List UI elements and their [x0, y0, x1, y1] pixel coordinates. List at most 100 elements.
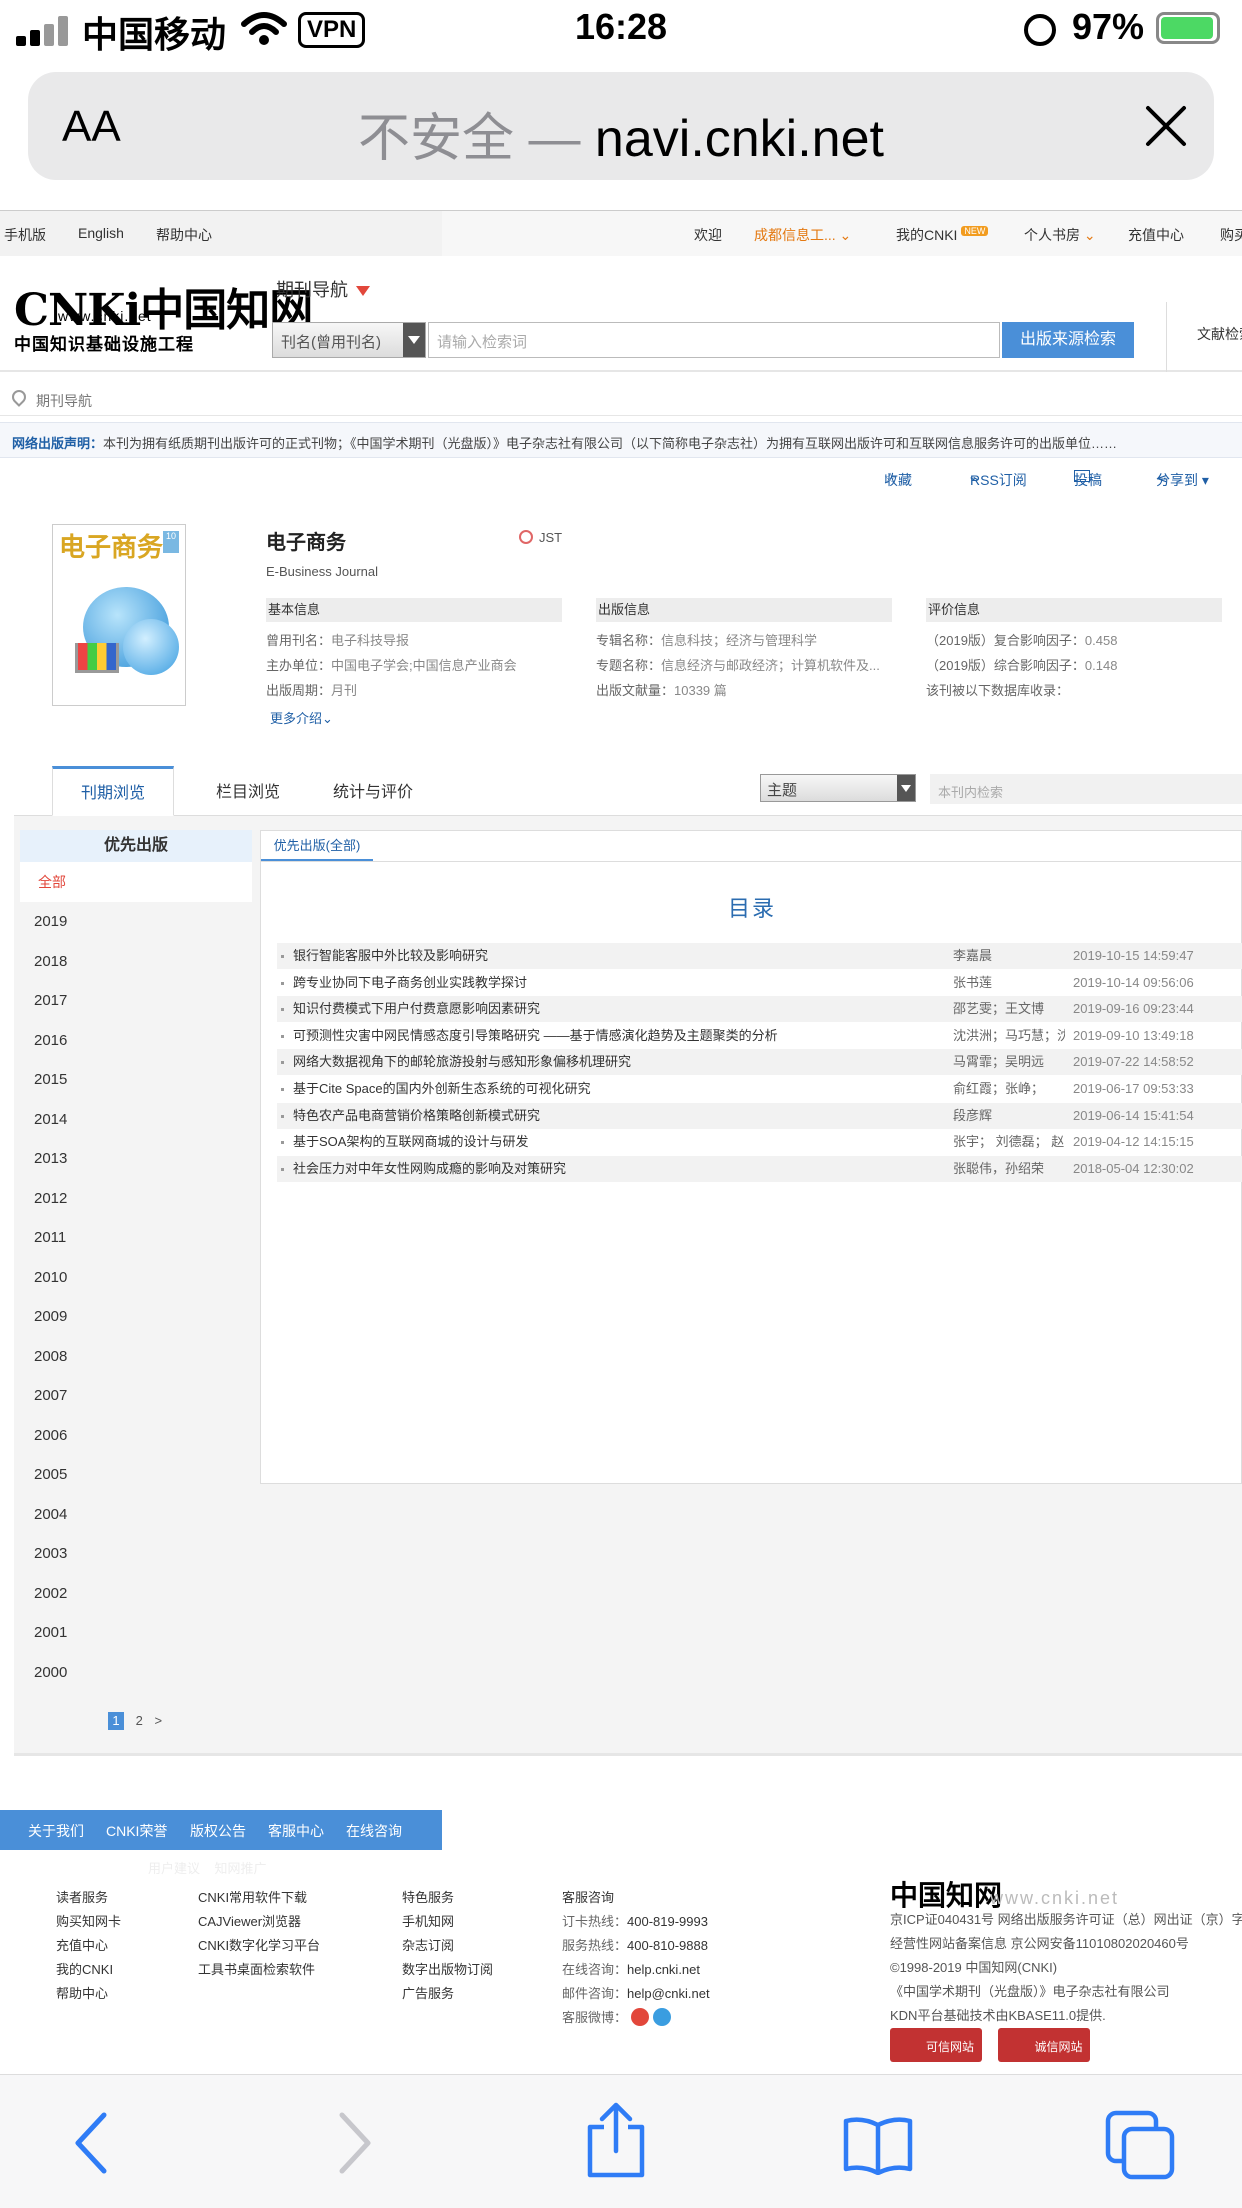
tab-column-browse[interactable]: 栏目浏览: [198, 766, 298, 816]
page-current[interactable]: 1: [108, 1712, 124, 1730]
article-authors[interactable]: 李嘉晨: [953, 943, 1065, 969]
org-dropdown[interactable]: 成都信息工... ⌄: [754, 225, 851, 245]
back-icon[interactable]: [72, 2111, 112, 2175]
bookmarks-icon[interactable]: [842, 2115, 914, 2175]
year-item[interactable]: 2016: [20, 1021, 252, 1061]
year-item[interactable]: 2000: [20, 1653, 252, 1693]
contact-value[interactable]: 400-819-9993: [627, 1914, 708, 1929]
legal-line[interactable]: 京ICP证040431号 网络出版服务许可证（总）网出证（京）字: [890, 1908, 1242, 1932]
year-item[interactable]: 2003: [20, 1534, 252, 1574]
article-authors[interactable]: 俞红霞；张峥；: [953, 1076, 1065, 1102]
footer-link[interactable]: 帮助中心: [56, 1982, 121, 2006]
article-title[interactable]: 跨专业协同下电子商务创业实践教学探讨: [293, 970, 527, 996]
top-link-mobile[interactable]: 手机版: [4, 225, 46, 245]
share-icon[interactable]: [584, 2101, 648, 2179]
trusted-site-badge[interactable]: 可信网站: [890, 2028, 982, 2062]
year-item[interactable]: 2009: [20, 1297, 252, 1337]
page-2[interactable]: 2: [136, 1713, 143, 1728]
article-title[interactable]: 知识付费模式下用户付费意愿影响因素研究: [293, 996, 540, 1022]
footer-link-consult[interactable]: 在线咨询: [346, 1821, 402, 1841]
footer-link[interactable]: 工具书桌面检索软件: [198, 1958, 320, 1982]
article-title[interactable]: 基于Cite Space的国内外创新生态系统的可视化研究: [293, 1076, 591, 1102]
article-authors[interactable]: 沈洪洲；马巧慧；沈超: [953, 1023, 1065, 1049]
address-bar[interactable]: AA 不安全 — navi.cnki.net: [28, 72, 1214, 180]
footer-link-copyright[interactable]: 版权公告: [190, 1821, 246, 1841]
year-item[interactable]: 2008: [20, 1337, 252, 1377]
article-title[interactable]: 可预测性灾害中网民情感态度引导策略研究 ——基于情感演化趋势及主题聚类的分析: [293, 1023, 778, 1049]
footer-link[interactable]: CAJViewer浏览器: [198, 1910, 320, 1934]
top-link-english[interactable]: English: [78, 225, 124, 241]
footer-link[interactable]: 杂志订阅: [402, 1934, 493, 1958]
footer-link-service[interactable]: 客服中心: [268, 1821, 324, 1841]
article-authors[interactable]: 张聪伟，孙绍荣: [953, 1156, 1065, 1182]
year-item[interactable]: 2018: [20, 942, 252, 982]
tab-priority-all[interactable]: 优先出版(全部): [261, 831, 373, 861]
search-input[interactable]: 请输入检索词: [428, 322, 1000, 358]
weibo-icon[interactable]: [631, 2008, 650, 2026]
tabs-icon[interactable]: [1104, 2109, 1176, 2181]
year-item[interactable]: 2014: [20, 1100, 252, 1140]
footer-link[interactable]: 数字出版物订阅: [402, 1958, 493, 1982]
more-intro-link[interactable]: 更多介绍⌄: [270, 708, 333, 727]
article-title[interactable]: 网络大数据视角下的邮轮旅游投射与感知形象偏移机理研究: [293, 1049, 631, 1075]
contact-value[interactable]: help.cnki.net: [627, 1962, 700, 1977]
legal-line[interactable]: 经营性网站备案信息 京公网安备11010802020460号: [890, 1932, 1242, 1956]
literature-search-link[interactable]: 文献检索: [1166, 302, 1242, 372]
top-link-help[interactable]: 帮助中心: [156, 225, 212, 245]
article-authors[interactable]: 马霄霏；吴明远: [953, 1049, 1065, 1075]
footer-link[interactable]: 广告服务: [402, 1982, 493, 2006]
year-item[interactable]: 2007: [20, 1376, 252, 1416]
search-type-select[interactable]: 刊名(曾用刊名): [272, 322, 426, 358]
year-item[interactable]: 2002: [20, 1574, 252, 1614]
year-item[interactable]: 2006: [20, 1416, 252, 1456]
close-icon[interactable]: [1138, 98, 1194, 154]
article-title[interactable]: 基于SOA架构的互联网商城的设计与研发: [293, 1129, 528, 1155]
breadcrumb-item[interactable]: 期刊导航: [36, 391, 92, 411]
tab-issue-browse[interactable]: 刊期浏览: [52, 766, 174, 816]
footer-link[interactable]: 我的CNKI: [56, 1958, 121, 1982]
credible-site-badge[interactable]: 诚信网站: [998, 2028, 1091, 2062]
article-authors[interactable]: 段彦辉: [953, 1103, 1065, 1129]
contact-value[interactable]: 400-810-9888: [627, 1938, 708, 1953]
journal-cover[interactable]: 电子商务 10: [52, 524, 186, 706]
year-item[interactable]: 2017: [20, 981, 252, 1021]
contact-value[interactable]: help@cnki.net: [627, 1986, 710, 2001]
buy-link[interactable]: 购买: [1220, 225, 1242, 245]
article-title[interactable]: 银行智能客服中外比较及影响研究: [293, 943, 488, 969]
footer-link[interactable]: 充值中心: [56, 1934, 121, 1958]
footer-link-honor[interactable]: CNKI荣誉: [106, 1821, 167, 1841]
article-title[interactable]: 社会压力对中年女性网购成瘾的影响及对策研究: [293, 1156, 566, 1182]
year-all[interactable]: 全部: [20, 862, 252, 902]
year-item[interactable]: 2010: [20, 1258, 252, 1298]
article-authors[interactable]: 张书莲: [953, 970, 1065, 996]
personal-dropdown[interactable]: 个人书房 ⌄: [1024, 225, 1096, 245]
recharge-link[interactable]: 充值中心: [1128, 225, 1184, 245]
year-item[interactable]: 2013: [20, 1139, 252, 1179]
tencent-weibo-icon[interactable]: [653, 2008, 672, 2026]
cnki-logo[interactable]: CNKi中国知网: [14, 274, 313, 338]
forward-icon[interactable]: [334, 2111, 374, 2175]
field-select[interactable]: 主题: [760, 774, 916, 802]
article-authors[interactable]: 张宇； 刘德磊； 赵...: [953, 1129, 1065, 1155]
year-item[interactable]: 2019: [20, 902, 252, 942]
tab-statistics[interactable]: 统计与评价: [318, 766, 428, 816]
search-button[interactable]: 出版来源检索: [1002, 322, 1134, 358]
page-next[interactable]: >: [154, 1713, 162, 1728]
url-display[interactable]: 不安全 — navi.cnki.net: [28, 96, 1214, 171]
year-item[interactable]: 2015: [20, 1060, 252, 1100]
year-item[interactable]: 2012: [20, 1179, 252, 1219]
footer-link[interactable]: 购买知网卡: [56, 1910, 121, 1934]
year-sidebar-heading[interactable]: 优先出版: [20, 830, 252, 862]
article-authors[interactable]: 邵艺雯；王文博: [953, 996, 1065, 1022]
journal-nav-dropdown[interactable]: 期刊导航: [276, 276, 370, 302]
footer-link-about[interactable]: 关于我们: [28, 1821, 84, 1841]
year-item[interactable]: 2004: [20, 1495, 252, 1535]
year-item[interactable]: 2001: [20, 1613, 252, 1653]
footer-link[interactable]: 手机知网: [402, 1910, 493, 1934]
article-title[interactable]: 特色农产品电商营销价格策略创新模式研究: [293, 1103, 540, 1129]
footer-link[interactable]: CNKI数字化学习平台: [198, 1934, 320, 1958]
year-item[interactable]: 2005: [20, 1455, 252, 1495]
my-cnki-link[interactable]: 我的CNKI NEW: [896, 225, 989, 245]
in-journal-search-input[interactable]: 本刊内检索: [930, 774, 1242, 804]
year-item[interactable]: 2011: [20, 1218, 252, 1258]
